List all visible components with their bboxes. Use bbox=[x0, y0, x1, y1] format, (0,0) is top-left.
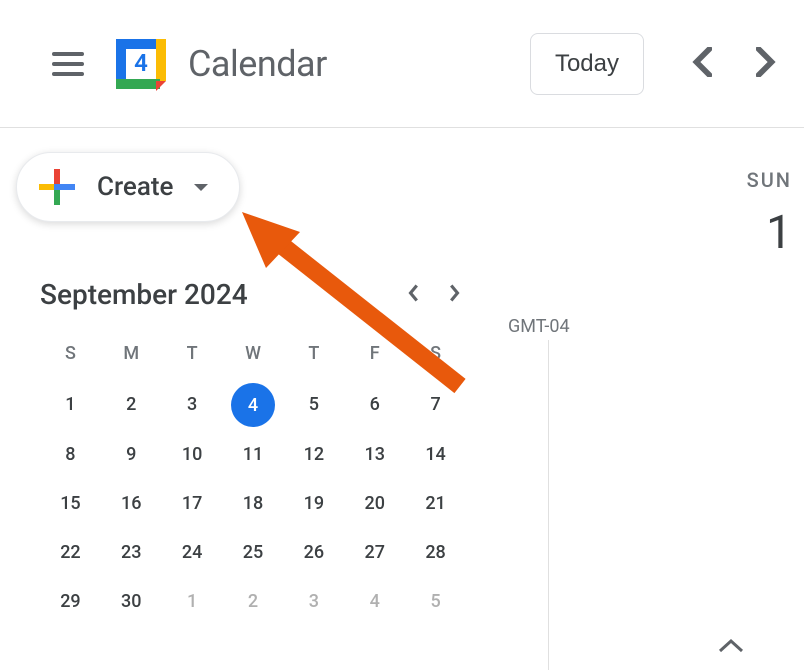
day-view: SUN 1 GMT-04 bbox=[490, 128, 804, 670]
date-nav bbox=[684, 39, 784, 89]
mini-cal-dow: W bbox=[223, 335, 284, 380]
mini-calendar-header: September 2024 bbox=[40, 278, 466, 311]
mini-cal-day[interactable]: 2 bbox=[101, 380, 162, 430]
mini-cal-day[interactable]: 6 bbox=[344, 380, 405, 430]
day-of-week-label: SUN bbox=[490, 168, 792, 192]
mini-cal-day[interactable]: 27 bbox=[344, 528, 405, 577]
app-logo: 4 Calendar bbox=[112, 35, 327, 93]
day-column-header[interactable]: SUN 1 bbox=[490, 168, 804, 260]
main-content: Create September 2024 SMTWTFS12345678910… bbox=[0, 128, 804, 670]
mini-cal-day[interactable]: 18 bbox=[223, 479, 284, 528]
mini-cal-day[interactable]: 2 bbox=[223, 577, 284, 626]
mini-cal-day[interactable]: 3 bbox=[283, 577, 344, 626]
mini-cal-prev-button[interactable] bbox=[402, 279, 424, 311]
expand-button[interactable] bbox=[718, 638, 744, 658]
mini-cal-day[interactable]: 4 bbox=[223, 380, 284, 430]
mini-calendar: September 2024 SMTWTFS123456789101112131… bbox=[16, 278, 490, 626]
mini-calendar-grid: SMTWTFS123456789101112131415161718192021… bbox=[40, 335, 466, 626]
mini-cal-day[interactable]: 13 bbox=[344, 430, 405, 479]
day-number-label: 1 bbox=[490, 206, 792, 260]
hamburger-icon bbox=[52, 52, 84, 76]
mini-cal-day[interactable]: 10 bbox=[162, 430, 223, 479]
mini-cal-day[interactable]: 28 bbox=[405, 528, 466, 577]
mini-cal-next-button[interactable] bbox=[444, 279, 466, 311]
plus-icon bbox=[37, 167, 77, 207]
app-header: 4 Calendar Today bbox=[0, 0, 804, 128]
chevron-right-icon bbox=[756, 47, 776, 77]
mini-cal-day[interactable]: 20 bbox=[344, 479, 405, 528]
chevron-down-icon bbox=[193, 178, 209, 197]
mini-cal-day[interactable]: 1 bbox=[162, 577, 223, 626]
mini-cal-day[interactable]: 12 bbox=[283, 430, 344, 479]
mini-cal-day[interactable]: 9 bbox=[101, 430, 162, 479]
svg-text:4: 4 bbox=[134, 49, 148, 77]
mini-cal-day[interactable]: 30 bbox=[101, 577, 162, 626]
main-menu-button[interactable] bbox=[40, 40, 96, 88]
mini-cal-day[interactable]: 26 bbox=[283, 528, 344, 577]
mini-cal-day[interactable]: 5 bbox=[405, 577, 466, 626]
mini-cal-day[interactable]: 25 bbox=[223, 528, 284, 577]
mini-cal-day[interactable]: 1 bbox=[40, 380, 101, 430]
mini-cal-dow: T bbox=[283, 335, 344, 380]
mini-cal-day[interactable]: 29 bbox=[40, 577, 101, 626]
mini-cal-day[interactable]: 8 bbox=[40, 430, 101, 479]
time-grid[interactable] bbox=[548, 340, 804, 670]
today-button[interactable]: Today bbox=[530, 33, 644, 95]
mini-cal-day[interactable]: 15 bbox=[40, 479, 101, 528]
mini-cal-day[interactable]: 22 bbox=[40, 528, 101, 577]
mini-cal-day[interactable]: 23 bbox=[101, 528, 162, 577]
mini-cal-day[interactable]: 24 bbox=[162, 528, 223, 577]
mini-cal-dow: F bbox=[344, 335, 405, 380]
mini-cal-day[interactable]: 21 bbox=[405, 479, 466, 528]
create-label: Create bbox=[97, 172, 173, 202]
sidebar: Create September 2024 SMTWTFS12345678910… bbox=[0, 128, 490, 670]
mini-cal-day[interactable]: 3 bbox=[162, 380, 223, 430]
timezone-label: GMT-04 bbox=[508, 316, 570, 337]
mini-cal-day[interactable]: 14 bbox=[405, 430, 466, 479]
chevron-right-icon bbox=[448, 283, 462, 303]
mini-cal-day[interactable]: 5 bbox=[283, 380, 344, 430]
next-period-button[interactable] bbox=[748, 39, 784, 89]
mini-cal-dow: M bbox=[101, 335, 162, 380]
mini-cal-day[interactable]: 19 bbox=[283, 479, 344, 528]
chevron-left-icon bbox=[692, 47, 712, 77]
chevron-left-icon bbox=[406, 283, 420, 303]
mini-cal-day[interactable]: 16 bbox=[101, 479, 162, 528]
prev-period-button[interactable] bbox=[684, 39, 720, 89]
mini-cal-day[interactable]: 11 bbox=[223, 430, 284, 479]
mini-cal-dow: T bbox=[162, 335, 223, 380]
mini-cal-dow: S bbox=[40, 335, 101, 380]
calendar-logo-icon: 4 bbox=[112, 35, 170, 93]
mini-cal-day[interactable]: 4 bbox=[344, 577, 405, 626]
mini-cal-day[interactable]: 17 bbox=[162, 479, 223, 528]
mini-cal-day[interactable]: 7 bbox=[405, 380, 466, 430]
chevron-up-icon bbox=[718, 638, 744, 654]
mini-calendar-title: September 2024 bbox=[40, 278, 402, 311]
app-title: Calendar bbox=[188, 43, 327, 85]
mini-cal-dow: S bbox=[405, 335, 466, 380]
create-button[interactable]: Create bbox=[16, 152, 240, 222]
